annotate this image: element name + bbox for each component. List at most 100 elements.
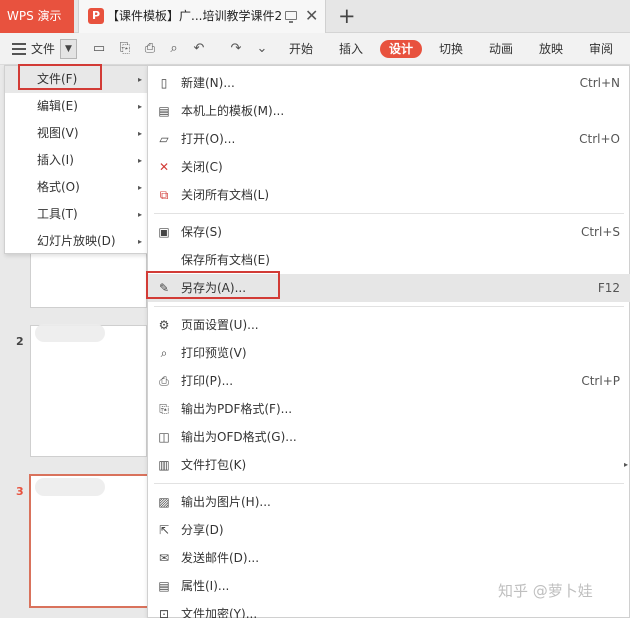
highlight-save-as	[146, 271, 280, 299]
undo-icon[interactable]: ↶	[191, 41, 207, 57]
submenu-item-label: 属性(I)...	[181, 579, 230, 593]
menu-item-label: 插入(I)	[37, 153, 74, 167]
presentation-icon: P	[88, 8, 104, 24]
customize-dropdown-icon[interactable]: ⌄	[254, 41, 270, 57]
submenu-item-template[interactable]: ▤ 本机上的模板(M)...	[148, 97, 630, 125]
tab-start[interactable]: 开始	[289, 33, 313, 65]
print-preview-icon: ⌕	[160, 346, 168, 360]
share-icon: ⇱	[158, 523, 170, 537]
submenu-item-share[interactable]: ⇱ 分享(D)	[148, 516, 630, 544]
chevron-right-icon: ▸	[623, 460, 628, 469]
menu-item-format[interactable]: 格式(O) ▸	[5, 174, 149, 201]
tab-animation[interactable]: 动画	[489, 33, 513, 65]
menu-item-label: 格式(O)	[37, 180, 80, 194]
open-folder-icon: ▱	[159, 132, 169, 146]
shortcut-text: Ctrl+S	[580, 225, 620, 239]
chevron-down-icon[interactable]: ▼	[60, 39, 77, 59]
slide-thumbnail-3[interactable]	[29, 474, 149, 608]
submenu-item-package[interactable]: ▥ 文件打包(K) ▸	[148, 451, 630, 479]
submenu-item-new[interactable]: ▯ 新建(N)... Ctrl+N	[148, 69, 630, 97]
tab-review[interactable]: 审阅	[589, 33, 613, 65]
submenu-item-label: 输出为OFD格式(G)...	[181, 430, 297, 444]
file-submenu: ▯ 新建(N)... Ctrl+N ▤ 本机上的模板(M)... ▱ 打开(O)…	[147, 65, 630, 618]
submenu-item-label: 输出为PDF格式(F)...	[181, 402, 293, 416]
close-tab-icon[interactable]: ✕	[305, 7, 318, 25]
submenu-item-label: 文件加密(Y)...	[181, 607, 258, 618]
submenu-item-label: 保存(S)	[181, 225, 222, 239]
submenu-item-print[interactable]: ⎙ 打印(P)... Ctrl+P	[148, 367, 630, 395]
image-icon: ▨	[158, 495, 170, 509]
submenu-item-export-ofd[interactable]: ◫ 输出为OFD格式(G)...	[148, 423, 630, 451]
submenu-item-label: 关闭所有文档(L)	[181, 188, 270, 202]
menu-item-label: 工具(T)	[37, 207, 78, 221]
submenu-item-open[interactable]: ▱ 打开(O)... Ctrl+O	[148, 125, 630, 153]
shortcut-text: Ctrl+O	[579, 132, 620, 146]
ribbon-toolbar: 文件 ▼ ▭ ⎘ ⎙ ⌕ ↶ ↷ ⌄ 开始 插入 设计 切换 动画 放映 审阅	[0, 33, 630, 65]
menu-item-slideshow[interactable]: 幻灯片放映(D) ▸	[5, 228, 149, 255]
submenu-item-label: 打开(O)...	[181, 132, 236, 146]
menu-icon[interactable]	[12, 43, 26, 55]
print-icon: ⎙	[159, 374, 169, 388]
ofd-icon: ◫	[158, 430, 170, 444]
document-tab-title: 【课件模板】广...培训教学课件2	[107, 9, 283, 23]
submenu-item-label: 发送邮件(D)...	[181, 551, 260, 565]
submenu-item-label: 打印(P)...	[181, 374, 234, 388]
submenu-item-label: 输出为图片(H)...	[181, 495, 271, 509]
monitor-icon[interactable]	[285, 11, 297, 23]
chevron-right-icon: ▸	[137, 210, 142, 219]
menu-item-insert[interactable]: 插入(I) ▸	[5, 147, 149, 174]
submenu-item-save-all[interactable]: 保存所有文档(E)	[148, 246, 630, 274]
submenu-item-label: 分享(D)	[181, 523, 224, 537]
save-icon[interactable]: ▭	[91, 41, 107, 57]
new-tab-icon[interactable]: +	[338, 3, 356, 29]
slide-number: 2	[16, 335, 24, 348]
export-pdf-icon[interactable]: ⎘	[117, 41, 133, 57]
submenu-item-encrypt[interactable]: ⊡ 文件加密(Y)...	[148, 600, 630, 618]
submenu-item-page-setup[interactable]: ⚙ 页面设置(U)...	[148, 311, 630, 339]
menu-item-label: 编辑(E)	[37, 99, 78, 113]
menu-item-edit[interactable]: 编辑(E) ▸	[5, 93, 149, 120]
tab-slideshow[interactable]: 放映	[539, 33, 563, 65]
menu-item-tools[interactable]: 工具(T) ▸	[5, 201, 149, 228]
submenu-item-close[interactable]: ✕ 关闭(C)	[148, 153, 630, 181]
title-tab-bar: WPS 演示 P 【课件模板】广...培训教学课件2 ✕ +	[0, 0, 630, 33]
menu-item-view[interactable]: 视图(V) ▸	[5, 120, 149, 147]
submenu-item-label: 页面设置(U)...	[181, 318, 259, 332]
file-menu-button[interactable]: 文件	[31, 33, 55, 65]
submenu-item-export-image[interactable]: ▨ 输出为图片(H)...	[148, 488, 630, 516]
submenu-item-label: 关闭(C)	[181, 160, 223, 174]
menu-separator	[154, 306, 624, 307]
print-icon[interactable]: ⎙	[142, 41, 158, 57]
submenu-item-label: 本机上的模板(M)...	[181, 104, 285, 118]
chevron-right-icon: ▸	[137, 237, 142, 246]
mail-icon: ✉	[158, 551, 170, 565]
close-doc-icon: ✕	[158, 160, 170, 174]
chevron-right-icon: ▸	[137, 156, 142, 165]
redo-icon[interactable]: ↷	[228, 41, 244, 57]
document-tab[interactable]: P 【课件模板】广...培训教学课件2 ✕	[78, 0, 326, 33]
tab-transition[interactable]: 切换	[439, 33, 463, 65]
package-icon: ▥	[158, 458, 170, 472]
encrypt-icon: ⊡	[158, 607, 170, 618]
chevron-right-icon: ▸	[137, 102, 142, 111]
submenu-item-save[interactable]: ▣ 保存(S) Ctrl+S	[148, 218, 630, 246]
blurred-content	[35, 324, 105, 342]
submenu-item-export-pdf[interactable]: ⎘ 输出为PDF格式(F)...	[148, 395, 630, 423]
tab-design[interactable]: 设计	[380, 40, 423, 58]
menu-item-label: 视图(V)	[37, 126, 79, 140]
chevron-right-icon: ▸	[137, 183, 142, 192]
submenu-item-send-mail[interactable]: ✉ 发送邮件(D)...	[148, 544, 630, 572]
slide-thumbnail-1[interactable]	[30, 250, 147, 308]
watermark: 知乎 @萝卜娃	[498, 582, 593, 600]
print-preview-icon[interactable]: ⌕	[166, 41, 182, 57]
submenu-item-print-preview[interactable]: ⌕ 打印预览(V)	[148, 339, 630, 367]
file-main-menu: 文件(F) ▸ 编辑(E) ▸ 视图(V) ▸ 插入(I) ▸ 格式(O) ▸ …	[4, 65, 149, 255]
submenu-item-close-all[interactable]: ⧉ 关闭所有文档(L)	[148, 181, 630, 209]
shortcut-text: Ctrl+N	[579, 76, 620, 90]
menu-item-label: 幻灯片放映(D)	[37, 234, 116, 248]
shortcut-text: F12	[597, 281, 620, 295]
slide-thumbnail-2[interactable]	[30, 324, 147, 457]
wps-app-tab[interactable]: WPS 演示	[0, 0, 74, 33]
tab-insert[interactable]: 插入	[339, 33, 363, 65]
page-setup-icon: ⚙	[158, 318, 170, 332]
